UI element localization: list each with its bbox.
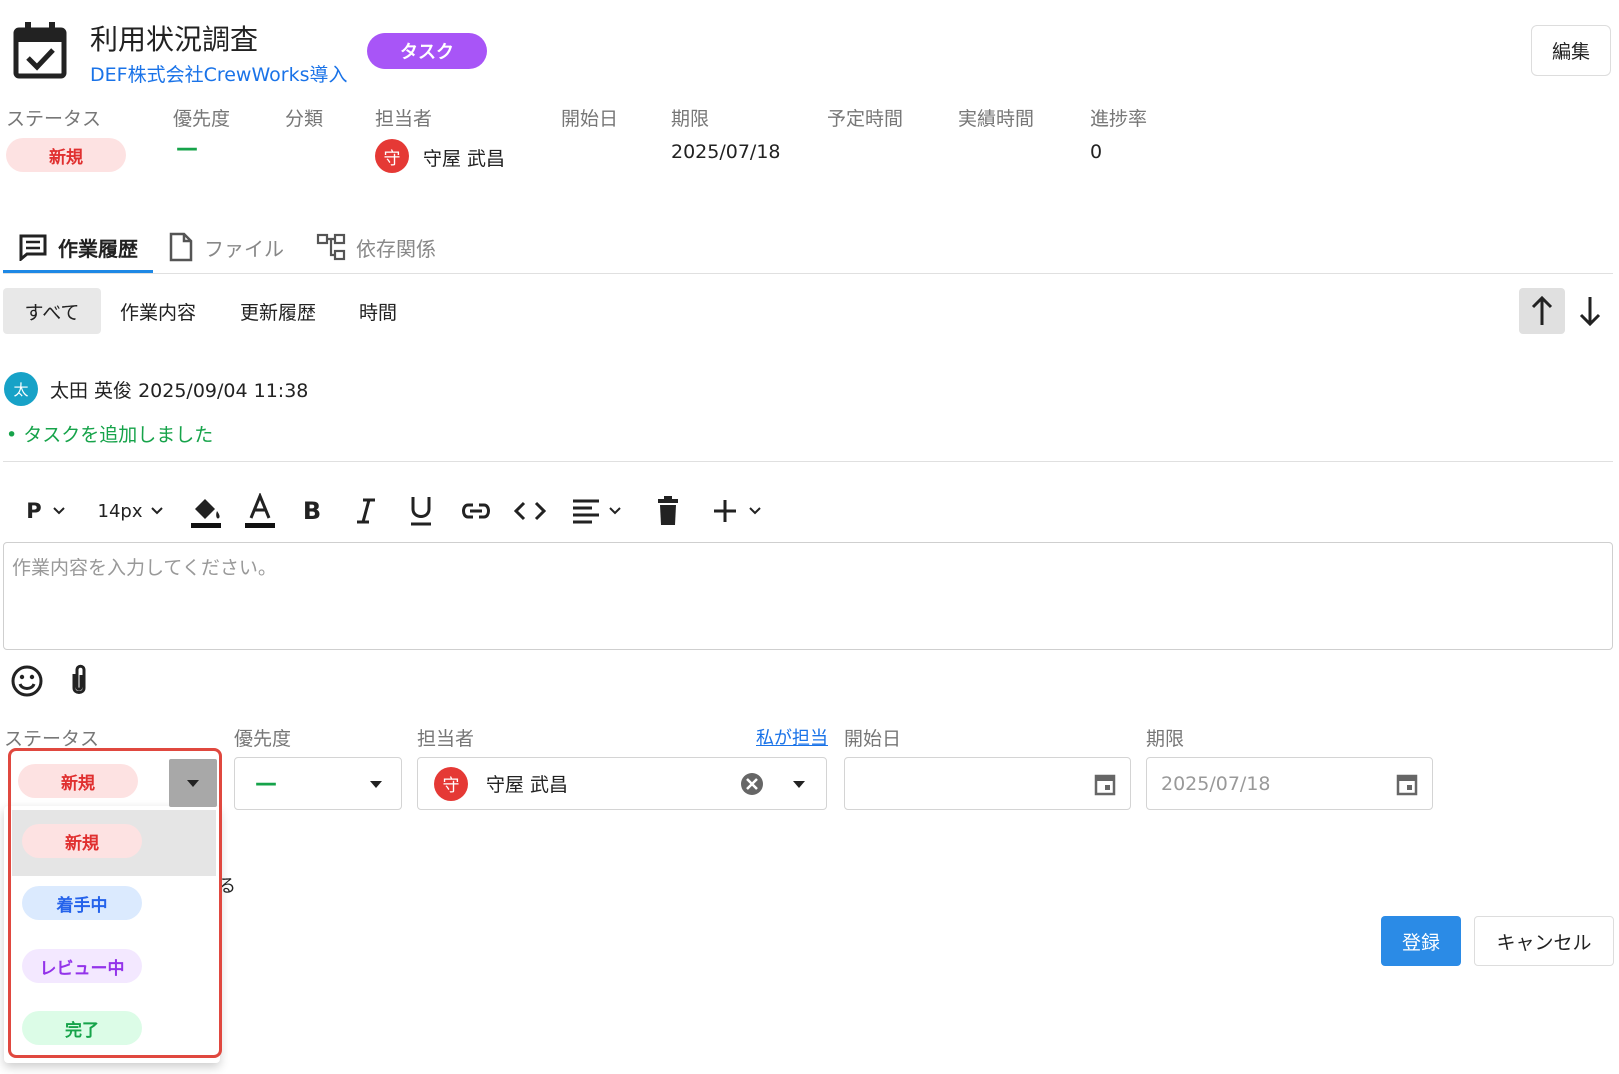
bold-button[interactable]: B [294,490,330,532]
start-date-label: 開始日 [561,108,619,130]
status-label: ステータス [6,108,102,130]
form-priority-label: 優先度 [234,728,292,750]
form-due-date-label: 期限 [1146,728,1185,750]
tab-dependencies[interactable]: 依存関係 [316,228,436,266]
text-color-icon [245,493,275,528]
highlight-color-button[interactable] [186,490,226,532]
align-left-icon [573,499,599,524]
status-badge: 新規 [6,138,126,172]
category-label: 分類 [285,108,324,130]
arrow-up-icon [1531,295,1553,325]
italic-button[interactable] [348,490,384,532]
tab-label: ファイル [204,236,284,261]
italic-icon [357,498,375,524]
progress-label: 進捗率 [1090,108,1148,130]
due-date-input-value: 2025/07/18 [1161,772,1271,795]
tab-work-history[interactable]: 作業履歴 [18,228,138,266]
font-size-select[interactable]: 14px [92,490,170,532]
history-entry: • タスクを追加しました [6,424,214,446]
filter-work-content[interactable]: 作業内容 [120,288,196,334]
underline-button[interactable] [403,490,439,532]
progress-value: 0 [1090,141,1103,163]
chevron-down-icon [52,507,65,515]
smiley-icon [11,665,43,697]
arrow-down-icon [1579,297,1601,327]
form-status-label: ステータス [4,728,100,750]
work-content-editor[interactable]: 作業内容を入力してください。 [3,542,1613,650]
start-date-input[interactable] [844,757,1131,810]
assign-me-link[interactable]: 私が担当 [756,724,828,750]
due-date-input[interactable]: 2025/07/18 [1146,757,1433,810]
priority-value: — [176,136,198,161]
priority-select-value: — [255,771,277,796]
tab-files[interactable]: ファイル [168,228,284,266]
paint-bucket-icon [191,499,221,528]
form-start-date-label: 開始日 [844,728,902,750]
caret-down-icon [370,781,382,788]
code-button[interactable] [510,490,550,532]
underline-icon [411,497,431,526]
text-color-button[interactable] [240,490,280,532]
dependency-icon [316,233,346,261]
link-button[interactable] [456,490,496,532]
form-assignee-label: 担当者 [417,728,475,750]
chevron-down-icon [151,507,164,515]
align-select[interactable] [566,490,628,532]
assignee-avatar: 守 [375,139,409,173]
chevron-down-icon [749,507,761,515]
history-author-avatar: 太 [4,372,38,406]
block-format-select[interactable]: P [16,490,76,532]
priority-select[interactable]: — [234,757,402,810]
delete-button[interactable] [650,490,686,532]
type-badge: タスク [367,33,487,69]
sort-ascending-button[interactable] [1519,288,1565,334]
bold-icon: B [302,497,322,525]
block-format-value: P [26,499,42,523]
filter-time[interactable]: 時間 [359,288,397,334]
due-date-label: 期限 [671,108,710,130]
page-title: 利用状況調査 [90,23,259,56]
plus-icon [714,500,736,522]
font-size-value: 14px [97,500,143,522]
due-date-value: 2025/07/18 [671,141,781,163]
trash-icon [658,496,678,525]
history-divider [3,461,1613,462]
emoji-button[interactable] [10,664,44,698]
edit-button[interactable]: 編集 [1531,25,1611,76]
actual-time-label: 実績時間 [958,108,1035,130]
highlight-frame [8,748,222,1058]
assignee-label: 担当者 [375,108,433,130]
filter-all[interactable]: すべて [3,288,101,334]
insert-menu[interactable] [706,490,768,532]
attach-button[interactable] [66,664,92,698]
calendar-icon [1396,774,1418,796]
clear-icon[interactable] [740,772,764,796]
file-icon [168,232,194,262]
tab-label: 依存関係 [356,236,436,261]
assignee-select[interactable]: 守 守屋 武昌 [417,757,827,810]
submit-button[interactable]: 登録 [1381,916,1461,966]
tab-label: 作業履歴 [58,236,138,261]
link-icon [462,503,490,519]
planned-time-label: 予定時間 [827,108,904,130]
chevron-down-icon [609,507,621,515]
history-author-time: 太田 英俊 2025/09/04 11:38 [50,380,309,402]
filter-update-history[interactable]: 更新履歴 [240,288,316,334]
calendar-check-icon [12,20,68,80]
sort-descending-button[interactable] [1567,288,1613,334]
cancel-button[interactable]: キャンセル [1474,916,1614,966]
caret-down-icon [793,781,805,788]
paperclip-icon [72,664,86,694]
assignee-select-value: 守屋 武昌 [486,774,569,796]
assignee-avatar: 守 [434,766,468,801]
assignee-name: 守屋 武昌 [423,148,506,170]
code-icon [514,501,546,521]
tabs-divider [3,273,1613,274]
project-link[interactable]: DEF株式会社CrewWorks導入 [90,60,347,87]
priority-label: 優先度 [173,108,231,130]
calendar-icon [1094,774,1116,796]
comment-icon [18,233,48,261]
